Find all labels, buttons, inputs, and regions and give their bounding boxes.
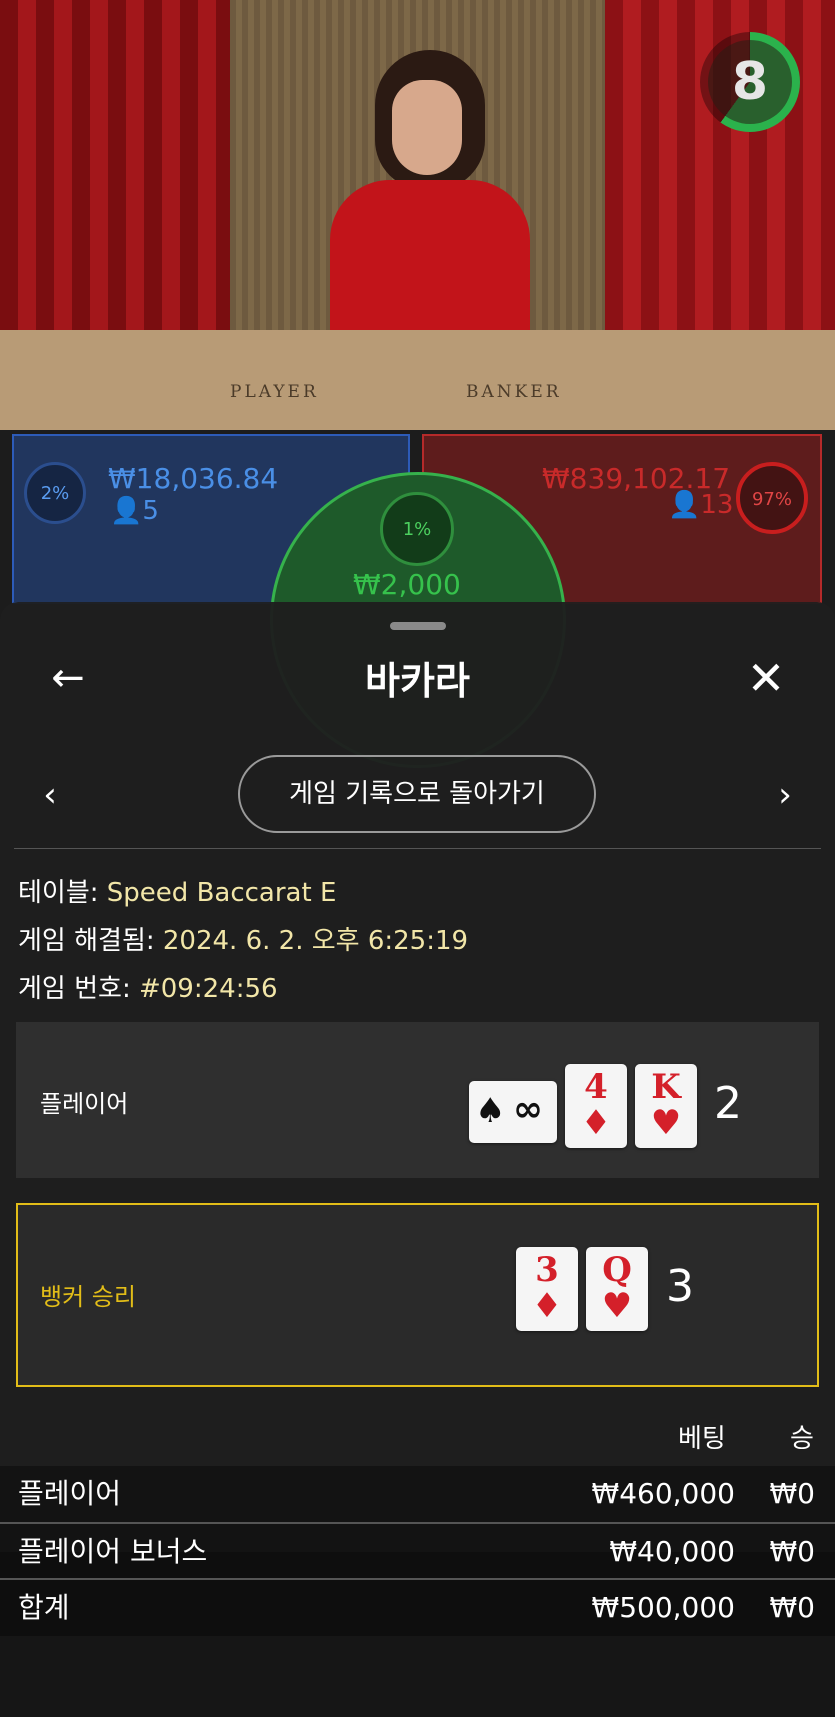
lightning-card: ♠ ∞ — [469, 1081, 557, 1143]
total-bet: ₩500,000 — [591, 1591, 735, 1624]
banker-card: 3 ♦ — [516, 1247, 578, 1331]
divider — [14, 848, 821, 849]
return-to-history-button[interactable]: 게임 기록으로 돌아가기 — [238, 755, 596, 833]
table-row: 플레이어 ₩460,000 ₩0 — [0, 1466, 835, 1522]
bet-column-header: 베팅 — [678, 1424, 726, 1454]
player-score: 2 — [714, 1078, 742, 1129]
felt-banker-label: BANKER — [466, 382, 562, 402]
tie-total-bet: ₩2,000 — [353, 568, 461, 601]
sheet-drag-handle[interactable] — [390, 622, 446, 630]
info-table: 테이블: Speed Baccarat E — [18, 878, 337, 908]
table-row: 플레이어 보너스 ₩40,000 ₩0 — [0, 1524, 835, 1580]
banker-players-count: 👤13 — [668, 490, 734, 520]
dealer — [330, 40, 530, 380]
banker-win-label: 뱅커 승리 — [40, 1283, 136, 1311]
banker-card: Q ♥ — [586, 1247, 648, 1331]
info-game-number: 게임 번호: #09:24:56 — [18, 974, 278, 1004]
player-players-count: 👤5 — [110, 496, 159, 526]
person-icon: 👤 — [668, 490, 701, 520]
chevron-right-icon[interactable]: › — [765, 770, 805, 820]
bet-name: 플레이어 — [18, 1477, 122, 1510]
info-resolved: 게임 해결됨: 2024. 6. 2. 오후 6:25:19 — [18, 926, 469, 956]
banker-hand-row: 뱅커 승리 3 ♦ Q ♥ 3 — [16, 1203, 819, 1387]
close-icon[interactable]: ✕ — [740, 652, 792, 704]
player-hand-row: 플레이어 ♠ ∞ 4 ♦ K ♥ 2 — [16, 1022, 819, 1178]
sheet-title: 바카라 — [365, 659, 470, 703]
tie-percent: 1% — [380, 492, 454, 566]
countdown-timer: 8 — [731, 52, 769, 112]
bet-amount: ₩40,000 — [609, 1535, 735, 1568]
total-win: ₩0 — [769, 1591, 816, 1624]
table-felt — [0, 330, 835, 430]
player-card: 4 ♦ — [565, 1064, 627, 1148]
player-card: K ♥ — [635, 1064, 697, 1148]
win-amount: ₩0 — [769, 1535, 816, 1568]
banker-score: 3 — [666, 1261, 694, 1312]
bet-amount: ₩460,000 — [591, 1477, 735, 1510]
player-hand-label: 플레이어 — [40, 1090, 129, 1118]
player-total-bet: ₩18,036.84 — [108, 462, 279, 495]
bet-name: 플레이어 보너스 — [18, 1535, 208, 1568]
curtain-left — [0, 0, 230, 330]
table-row-total: 합계 ₩500,000 ₩0 — [0, 1580, 835, 1636]
total-label: 합계 — [18, 1591, 70, 1624]
chevron-left-icon[interactable]: ‹ — [30, 770, 70, 820]
person-icon: 👤 — [110, 496, 143, 526]
felt-player-label: PLAYER — [230, 382, 319, 402]
win-column-header: 승 — [790, 1424, 814, 1454]
banker-percent: 97% — [736, 462, 808, 534]
player-percent: 2% — [24, 462, 86, 524]
win-amount: ₩0 — [769, 1477, 816, 1510]
